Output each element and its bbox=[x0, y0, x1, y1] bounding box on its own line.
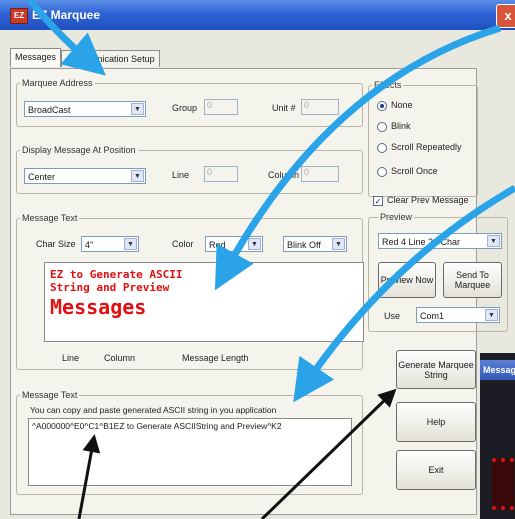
status-line-label: Line bbox=[62, 353, 80, 363]
preview-line-3: Messages bbox=[50, 295, 147, 319]
group-label: Group bbox=[172, 103, 198, 113]
help-button[interactable]: Help bbox=[396, 402, 476, 442]
clear-prev-checkbox[interactable]: ✓ bbox=[373, 196, 383, 206]
effect-none-label: None bbox=[391, 100, 413, 110]
ascii-output-title: Message Text bbox=[20, 390, 80, 400]
chevron-down-icon[interactable]: ▼ bbox=[332, 238, 345, 250]
app-icon: EZ bbox=[10, 8, 28, 24]
chevron-down-icon[interactable]: ▼ bbox=[485, 309, 498, 321]
ascii-hint: You can copy and paste generated ASCII s… bbox=[30, 405, 277, 415]
port-select[interactable]: Com1 ▼ bbox=[416, 307, 500, 323]
marquee-preview-window-title: Messag bbox=[480, 360, 515, 380]
chevron-down-icon[interactable]: ▼ bbox=[131, 103, 144, 115]
ascii-output-text: ^A000000^E0^C1^B1EZ to Generate ASCIIStr… bbox=[32, 421, 282, 431]
ascii-output-field[interactable]: ^A000000^E0^C1^B1EZ to Generate ASCIIStr… bbox=[28, 418, 352, 486]
message-text-title: Message Text bbox=[20, 213, 80, 223]
char-size-select[interactable]: 4" ▼ bbox=[81, 236, 139, 252]
preview-device-select[interactable]: Red 4 Line 20 Char ▼ bbox=[378, 233, 502, 249]
address-select[interactable]: BroadCast ▼ bbox=[24, 101, 146, 117]
effect-blink-label: Blink bbox=[391, 121, 411, 131]
effect-none-radio[interactable] bbox=[377, 101, 387, 111]
send-to-marquee-button[interactable]: Send To Marquee bbox=[443, 262, 502, 298]
char-size-label: Char Size bbox=[36, 239, 76, 249]
effect-scroll-once-radio[interactable] bbox=[377, 167, 387, 177]
tab-bar: Messages Communication Setup bbox=[10, 48, 160, 68]
close-button[interactable]: x bbox=[496, 4, 515, 28]
use-label: Use bbox=[384, 311, 401, 321]
column-field[interactable]: 0 bbox=[301, 166, 339, 182]
column-label: Column bbox=[268, 170, 300, 180]
color-select[interactable]: Red ▼ bbox=[205, 236, 263, 252]
clear-prev-label: Clear Prev Message bbox=[387, 195, 469, 205]
chevron-down-icon[interactable]: ▼ bbox=[248, 238, 261, 250]
effect-scroll-repeatedly-radio[interactable] bbox=[377, 143, 387, 153]
unit-label: Unit # bbox=[272, 103, 296, 113]
effect-scroll-repeatedly-label: Scroll Repeatedly bbox=[391, 142, 462, 152]
position-select[interactable]: Center ▼ bbox=[24, 168, 146, 184]
preview-title: Preview bbox=[378, 212, 415, 222]
blink-select[interactable]: Blink Off ▼ bbox=[283, 236, 347, 252]
status-column-label: Column bbox=[104, 353, 136, 363]
message-editor[interactable]: EZ to Generate ASCII String and Preview … bbox=[44, 262, 364, 342]
effect-scroll-once-label: Scroll Once bbox=[391, 166, 438, 176]
effect-blink-radio[interactable] bbox=[377, 122, 387, 132]
display-position-title: Display Message At Position bbox=[20, 145, 138, 155]
line-field[interactable]: 0 bbox=[204, 166, 238, 182]
led-display bbox=[492, 458, 514, 510]
chevron-down-icon[interactable]: ▼ bbox=[131, 170, 144, 182]
tab-messages[interactable]: Messages bbox=[10, 48, 62, 67]
generate-marquee-string-button[interactable]: Generate Marquee String bbox=[396, 350, 476, 389]
window-title: EZ Marquee bbox=[32, 8, 101, 22]
group-field[interactable]: 0 bbox=[204, 99, 238, 115]
message-length-label: Message Length bbox=[182, 353, 249, 363]
line-label: Line bbox=[172, 170, 190, 180]
preview-now-button[interactable]: Preview Now bbox=[378, 262, 436, 298]
effects-title: Effects bbox=[372, 80, 404, 90]
color-label: Color bbox=[172, 239, 194, 249]
chevron-down-icon[interactable]: ▼ bbox=[124, 238, 137, 250]
marquee-address-title: Marquee Address bbox=[20, 78, 95, 88]
preview-line-2: String and Preview bbox=[50, 281, 170, 294]
unit-field[interactable]: 0 bbox=[301, 99, 339, 115]
chevron-down-icon[interactable]: ▼ bbox=[487, 235, 500, 247]
exit-button[interactable]: Exit bbox=[396, 450, 476, 490]
preview-line-1: EZ to Generate ASCII bbox=[50, 268, 183, 281]
tab-communication-setup[interactable]: Communication Setup bbox=[61, 50, 160, 67]
